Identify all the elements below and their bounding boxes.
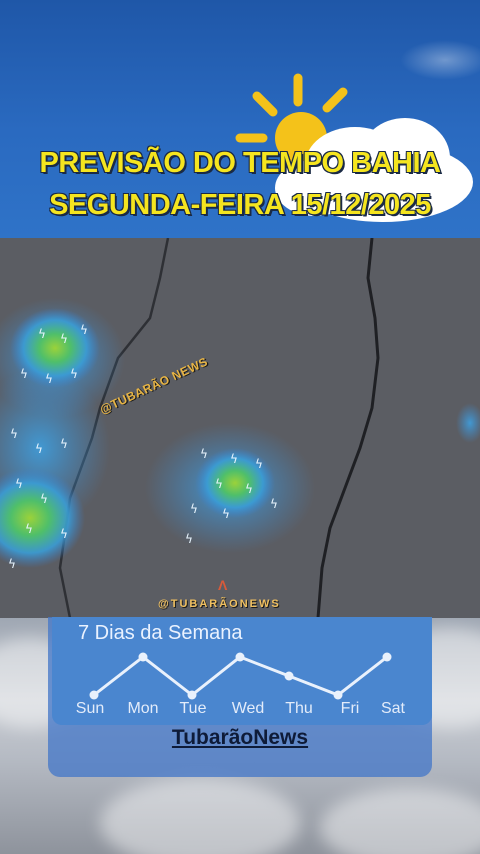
svg-text:ϟ: ϟ (255, 457, 263, 471)
chart-point (284, 671, 294, 681)
svg-text:ϟ: ϟ (70, 367, 78, 381)
chart-point (333, 690, 343, 700)
svg-text:ϟ: ϟ (45, 372, 53, 386)
svg-text:ϟ: ϟ (200, 447, 208, 461)
svg-text:ϟ: ϟ (25, 522, 33, 536)
svg-text:ϟ: ϟ (60, 332, 68, 346)
svg-text:ϟ: ϟ (60, 527, 68, 541)
svg-text:ϟ: ϟ (270, 497, 278, 511)
week-card-title: 7 Dias da Semana (78, 622, 243, 644)
day-label-thu: Thu (285, 700, 313, 717)
day-label-sat: Sat (380, 700, 405, 717)
svg-text:ϟ: ϟ (222, 507, 230, 521)
weather-radar-map: ϟϟϟ ϟϟϟ ϟϟϟ ϟϟϟ ϟϟ ϟϟϟ ϟϟϟ ϟϟϟ (0, 238, 480, 618)
svg-text:ϟ: ϟ (8, 557, 16, 571)
brand-link[interactable]: TubarãoNews (0, 726, 480, 750)
day-label-sun: Sun (75, 700, 105, 717)
svg-text:ϟ: ϟ (185, 532, 193, 546)
day-label-tue: Tue (179, 700, 207, 717)
chart-point (382, 652, 392, 662)
day-label-wed: Wed (231, 700, 265, 717)
chart-point (138, 652, 148, 662)
chart-point (235, 652, 245, 662)
svg-text:ϟ: ϟ (60, 437, 68, 451)
brand-logo-icon: Ʌ (218, 577, 228, 593)
chart-point (89, 690, 99, 700)
svg-text:ϟ: ϟ (35, 442, 43, 456)
page-title-line1: PREVISÃO DO TEMPO BAHIA (39, 147, 442, 179)
svg-text:ϟ: ϟ (40, 492, 48, 506)
page-title-line2: SEGUNDA-FEIRA 15/12/2025 (49, 189, 431, 221)
chart-point (187, 690, 197, 700)
svg-text:ϟ: ϟ (215, 477, 223, 491)
svg-text:ϟ: ϟ (15, 477, 23, 491)
svg-text:ϟ: ϟ (20, 367, 28, 381)
bottom-watermark: @TUBARÃONEWS (158, 598, 281, 610)
radar-overlay: ϟ ϟϟ ϟϟϟ ϟϟ ϟ ϟϟϟ ϟϟ ϟϟϟ ϟ ϟϟ ϟϟϟ (0, 238, 480, 618)
svg-text:ϟ: ϟ (80, 323, 88, 337)
svg-text:ϟ: ϟ (190, 502, 198, 516)
svg-text:ϟ: ϟ (230, 452, 238, 466)
svg-text:ϟ: ϟ (38, 327, 46, 341)
day-label-mon: Mon (127, 700, 159, 717)
svg-text:ϟ: ϟ (245, 482, 253, 496)
svg-text:ϟ: ϟ (10, 427, 18, 441)
